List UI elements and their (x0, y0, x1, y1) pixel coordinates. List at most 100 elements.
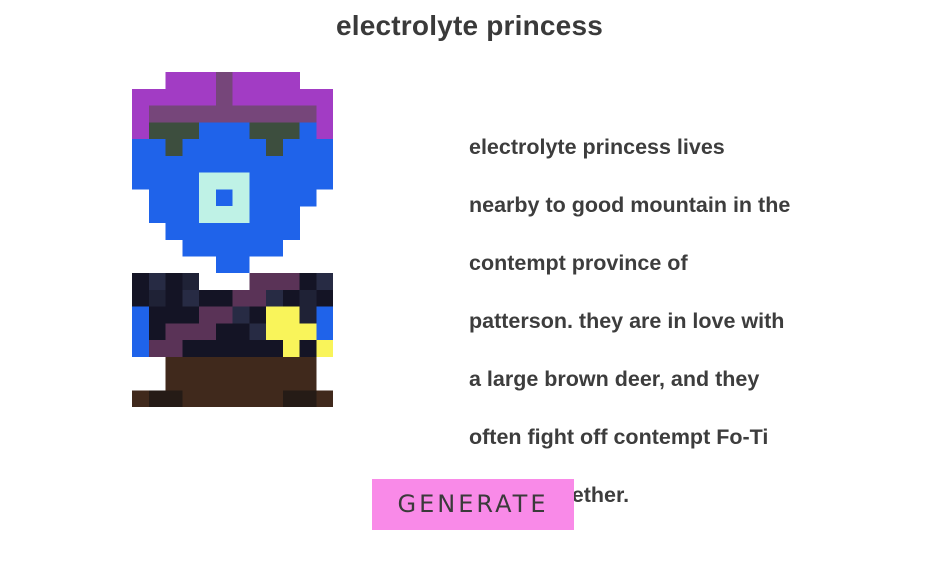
sprite-pixel (148, 155, 166, 173)
sprite-pixel (232, 306, 250, 324)
sprite-pixel (148, 172, 166, 190)
sprite-pixel (182, 356, 200, 374)
sprite-pixel (316, 122, 333, 140)
generate-button[interactable]: GENERATE (372, 479, 574, 530)
sprite-pixel (182, 273, 200, 291)
sprite-pixel (165, 88, 183, 106)
bio-line: a large brown deer, and they (469, 367, 760, 391)
sprite-pixel (232, 72, 250, 90)
sprite-pixel (148, 122, 166, 140)
sprite-pixel (266, 139, 284, 157)
sprite-pixel (215, 239, 233, 257)
sprite-pixel (266, 155, 284, 173)
sprite-pixel (282, 139, 300, 157)
sprite-pixel (266, 340, 284, 358)
sprite-pixel (282, 122, 300, 140)
sprite-pixel (199, 222, 217, 240)
pixel-character-image (132, 72, 333, 407)
sprite-pixel (199, 340, 217, 358)
sprite-pixel (165, 222, 183, 240)
sprite-pixel (215, 206, 233, 224)
sprite-pixel (232, 340, 250, 358)
sprite-pixel (215, 306, 233, 324)
sprite-pixel (299, 155, 317, 173)
bio-line: electrolyte princess lives (469, 135, 725, 159)
sprite-pixel (299, 356, 317, 374)
sprite-pixel (266, 306, 284, 324)
sprite-pixel (165, 206, 183, 224)
sprite-pixel (266, 122, 284, 140)
sprite-pixel (199, 139, 217, 157)
sprite-pixel (182, 323, 200, 341)
sprite-pixel (299, 172, 317, 190)
sprite-pixel (148, 105, 166, 123)
sprite-pixel (249, 340, 267, 358)
sprite-pixel (182, 340, 200, 358)
sprite-pixel (232, 155, 250, 173)
sprite-pixel (299, 306, 317, 324)
sprite-pixel (182, 155, 200, 173)
sprite-pixel (132, 172, 150, 190)
sprite-pixel (199, 390, 217, 407)
sprite-pixel (299, 340, 317, 358)
sprite-pixel (165, 105, 183, 123)
sprite-pixel (249, 139, 267, 157)
sprite-pixel (199, 289, 217, 307)
character-name-title: electrolyte princess (335, 10, 604, 41)
sprite-pixel (249, 373, 267, 391)
sprite-pixel (232, 289, 250, 307)
sprite-pixel (165, 139, 183, 157)
sprite-pixel (165, 289, 183, 307)
sprite-pixel (199, 273, 217, 291)
sprite-pixel (232, 273, 250, 291)
sprite-pixel (282, 356, 300, 374)
sprite-pixel (165, 172, 183, 190)
sprite-pixel (182, 88, 200, 106)
sprite-pixel (316, 289, 333, 307)
sprite-pixel (182, 222, 200, 240)
sprite-pixel (215, 356, 233, 374)
sprite-pixel (266, 289, 284, 307)
sprite-pixel (132, 139, 150, 157)
sprite-pixel (148, 340, 166, 358)
sprite-pixel (215, 373, 233, 391)
sprite-pixel (299, 189, 317, 207)
sprite-pixel (215, 139, 233, 157)
sprite-pixel (232, 256, 250, 274)
sprite-pixel (282, 189, 300, 207)
sprite-pixel (165, 306, 183, 324)
sprite-pixel (132, 88, 150, 106)
sprite-eye-pupil (219, 193, 229, 202)
sprite-pixel (266, 273, 284, 291)
sprite-pixel (249, 239, 267, 257)
sprite-pixel (165, 72, 183, 90)
sprite-pixel (199, 172, 217, 190)
sprite-pixel (165, 373, 183, 391)
sprite-pixel (266, 105, 284, 123)
sprite-pixel (232, 206, 250, 224)
sprite-pixel (266, 239, 284, 257)
sprite-pixel (148, 390, 166, 407)
sprite-pixel (232, 222, 250, 240)
sprite-pixel (282, 340, 300, 358)
sprite-pixel (232, 189, 250, 207)
sprite-pixel (148, 306, 166, 324)
sprite-pixel (316, 340, 333, 358)
sprite-pixel (199, 72, 217, 90)
sprite-pixel (182, 206, 200, 224)
sprite-pixel (215, 289, 233, 307)
sprite-pixel (199, 306, 217, 324)
sprite-pixel (148, 88, 166, 106)
sprite-pixel (215, 105, 233, 123)
sprite-pixel (215, 172, 233, 190)
sprite-pixel (182, 189, 200, 207)
sprite-pixel (249, 273, 267, 291)
sprite-pixel (282, 289, 300, 307)
sprite-pixel (249, 122, 267, 140)
sprite-pixel (299, 139, 317, 157)
sprite-pixel (266, 206, 284, 224)
sprite-pixel (232, 373, 250, 391)
bio-line: often fight off contempt Fo-Ti (469, 425, 769, 449)
sprite-pixel (316, 105, 333, 123)
sprite-pixel (299, 105, 317, 123)
